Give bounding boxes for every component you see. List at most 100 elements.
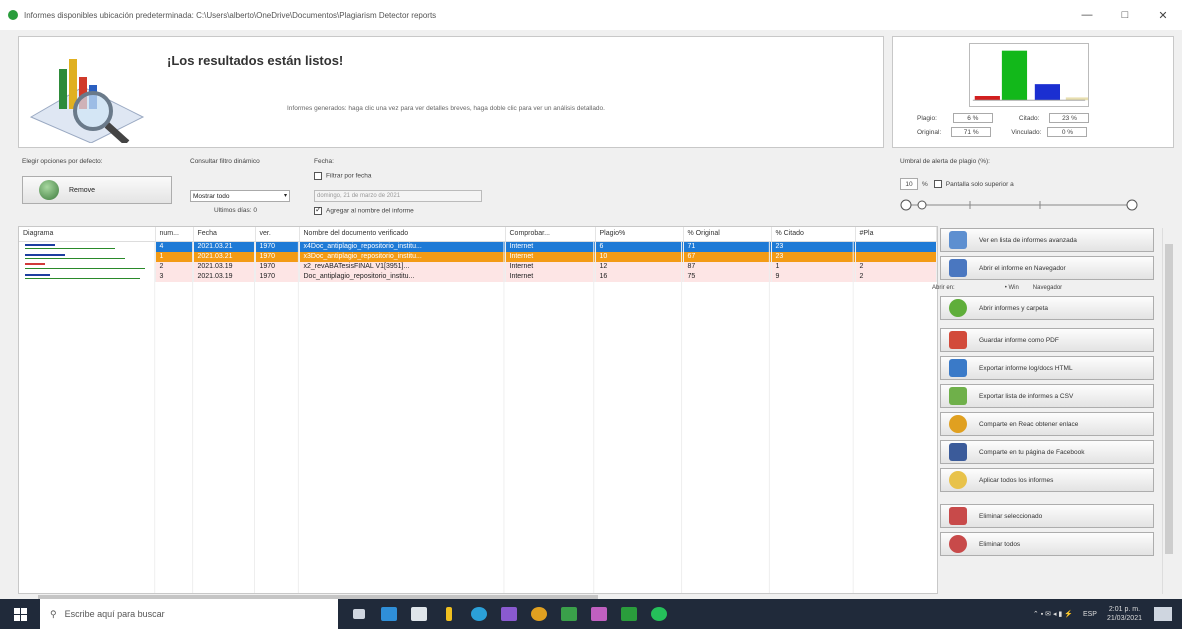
share-facebook-button[interactable]: Comparte en tu página de Facebook [940, 440, 1154, 464]
radio-win[interactable]: • Win [1005, 285, 1019, 291]
save-pdf-button[interactable]: Guardar informe como PDF [940, 328, 1154, 352]
action-label: Ver en lista de informes avanzada [979, 236, 1077, 244]
col-date[interactable]: Fecha [193, 227, 256, 242]
col-extra[interactable]: #Pla [855, 227, 937, 242]
col-plag[interactable]: Plagio% [595, 227, 684, 242]
app-icon-purple[interactable] [494, 599, 524, 629]
csv-export-icon [949, 387, 967, 405]
apply-all-button[interactable]: Aplicar todos los informes [940, 468, 1154, 492]
cell-plag: 12 [595, 261, 684, 272]
summary-bar-chart [969, 43, 1089, 107]
clock[interactable]: 2:01 p. m. 21/03/2021 [1107, 605, 1142, 623]
delete-all-button[interactable]: Eliminar todos [940, 532, 1154, 556]
cell-num: 2 [155, 261, 194, 272]
threshold-checkbox[interactable] [933, 180, 942, 188]
chrome-icon[interactable] [524, 599, 554, 629]
cell-check: Internet [505, 271, 596, 282]
table-row[interactable]: 1 2021.03.21 1970 x3Doc_antiplagio_repos… [19, 251, 937, 262]
cell-cited: 23 [771, 241, 856, 252]
magnifier-chart-logo-icon [29, 59, 145, 143]
cell-num: 1 [155, 251, 194, 262]
remove-button[interactable]: Remove [22, 176, 172, 204]
stat-label: Citado: [1018, 114, 1040, 122]
cell-date: 2021.03.19 [193, 261, 256, 272]
search-placeholder: Escribe aquí para buscar [64, 609, 165, 619]
app-icon-s[interactable] [434, 599, 464, 629]
pdf-icon [949, 331, 967, 349]
add-name-row[interactable]: Agregar al nombre del informe [314, 205, 414, 215]
notification-icon[interactable] [1154, 607, 1172, 621]
chevron-down-icon: ▾ [283, 193, 287, 199]
table-row[interactable]: 3 2021.03.19 1970 Doc_antiplagio_reposit… [19, 271, 937, 282]
radio-browser[interactable]: Navegador [1033, 285, 1062, 291]
language-indicator[interactable]: ESP [1083, 611, 1097, 618]
folder-icon [949, 299, 967, 317]
clock-date: 21/03/2021 [1106, 615, 1142, 622]
view-advanced-list-button[interactable]: Ver en lista de informes avanzada [940, 228, 1154, 252]
table-row[interactable]: 4 2021.03.21 1970 x4Doc_antiplagio_repos… [19, 241, 937, 252]
edge-icon[interactable] [464, 599, 494, 629]
action-label: Comparte en tu página de Facebook [979, 448, 1085, 456]
remove-icon [39, 180, 59, 200]
col-diagram[interactable]: Diagrama [19, 227, 156, 242]
stats-panel: Plagio: 6 % Citado: 23 % Original: 71 % … [892, 36, 1174, 148]
app-icon-green[interactable] [554, 599, 584, 629]
search-icon: ⚲ [50, 608, 57, 619]
threshold-label: Umbral de alerta de plagio (%): [900, 158, 990, 165]
date-field[interactable]: domingo, 21 de marzo de 2021 [314, 190, 482, 202]
stat-value: 23 % [1049, 113, 1090, 123]
file-explorer-icon[interactable] [374, 599, 404, 629]
cell-original: 87 [683, 261, 772, 272]
cell-original: 75 [683, 271, 772, 282]
minimize-button[interactable]: — [1068, 0, 1106, 30]
days-label: Ultimos días: 0 [214, 207, 257, 214]
open-reports-folder-button[interactable]: Abrir informes y carpeta [940, 296, 1154, 320]
delete-selected-button[interactable]: Eliminar seleccionado [940, 504, 1154, 528]
open-in-browser-button[interactable]: Abrir el informe en Navegador [940, 256, 1154, 280]
maximize-button[interactable]: □ [1106, 0, 1144, 30]
export-html-button[interactable]: Exportar informe log/docs HTML [940, 356, 1154, 380]
app-icon-colorful[interactable] [584, 599, 614, 629]
row-diagram [19, 261, 156, 272]
add-name-checkbox[interactable] [314, 205, 322, 215]
plagiarism-app-icon[interactable] [614, 599, 644, 629]
delete-all-icon [949, 535, 967, 553]
tray-icons[interactable]: ⌃ ▪ ✉ ◂ ▮ ⚡ [1033, 610, 1073, 618]
task-view-icon[interactable] [344, 599, 374, 629]
col-check[interactable]: Comprobar... [505, 227, 596, 242]
cell-doc-name: x3Doc_antiplagio_repositorio_institu... [299, 251, 506, 262]
clock-time: 2:01 p. m. [1108, 606, 1141, 613]
date-label: Fecha: [314, 158, 334, 165]
threshold-input[interactable]: 10 [900, 178, 918, 190]
start-button[interactable] [0, 599, 40, 629]
share-link-button[interactable]: Comparte en Reac obtener enlace [940, 412, 1154, 436]
cell-num: 4 [155, 241, 194, 252]
cell-ver: 1970 [255, 241, 300, 252]
col-ver[interactable]: ver. [255, 227, 300, 242]
cell-doc-name: x4Doc_antiplagio_repositorio_institu... [299, 241, 506, 252]
store-icon[interactable] [404, 599, 434, 629]
col-original[interactable]: % Original [683, 227, 772, 242]
cell-extra [855, 241, 937, 252]
filter-select[interactable]: Mostrar todo ▾ [190, 190, 290, 202]
close-button[interactable]: ✕ [1144, 0, 1182, 30]
col-doc-name[interactable]: Nombre del documento verificado [299, 227, 506, 242]
list-view-icon [949, 231, 967, 249]
filter-by-date-checkbox[interactable] [314, 172, 322, 180]
cell-original: 71 [683, 241, 772, 252]
summary-bar [1001, 50, 1028, 101]
filter-label: Consultar filtro dinámico [190, 158, 260, 165]
threshold-slider[interactable] [900, 196, 1140, 214]
cell-plag: 6 [595, 241, 684, 252]
remove-button-label: Remove [69, 186, 96, 194]
table-row[interactable]: 2 2021.03.19 1970 x2_revABATesisFINAL V1… [19, 261, 937, 272]
col-num[interactable]: num... [155, 227, 194, 242]
taskbar-search[interactable]: ⚲ Escribe aquí para buscar [40, 599, 338, 629]
action-panel-scrollbar[interactable] [1162, 228, 1174, 594]
col-cited[interactable]: % Citado [771, 227, 856, 242]
whatsapp-icon[interactable] [644, 599, 674, 629]
export-csv-button[interactable]: Exportar lista de informes a CSV [940, 384, 1154, 408]
cell-doc-name: Doc_antiplagio_repositorio_institu... [299, 271, 506, 282]
filter-by-date-row[interactable]: Filtrar por fecha [314, 172, 372, 180]
default-options-label: Elegir opciones por defecto: [22, 158, 103, 165]
